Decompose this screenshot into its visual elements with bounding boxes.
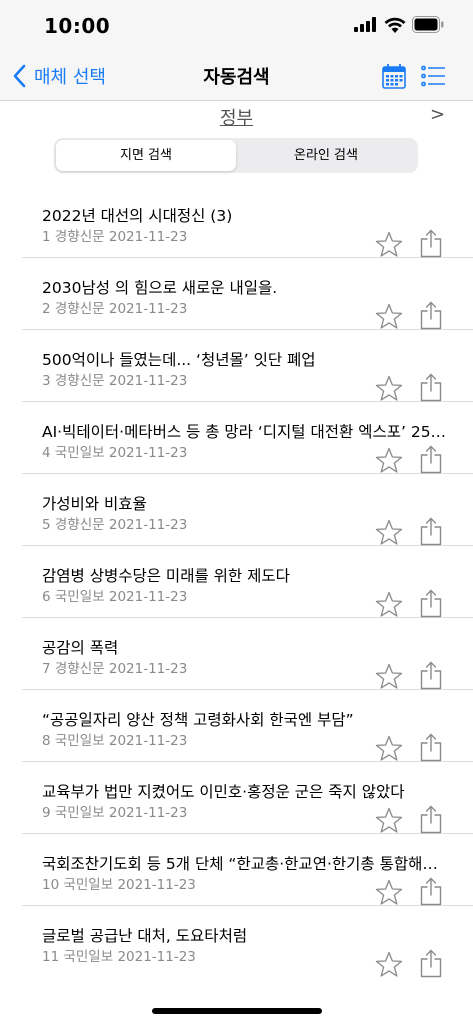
star-icon[interactable] (375, 231, 403, 258)
article-title: 공감의 폭력 (42, 639, 119, 657)
next-category-button[interactable]: > (430, 104, 445, 125)
star-icon[interactable] (375, 879, 403, 906)
article-title: 교육부가 법만 지켰어도 이민호·홍정운 군은 죽지 않았다 (42, 783, 405, 801)
category-header: 정부 > (0, 102, 473, 132)
star-icon[interactable] (375, 951, 403, 978)
star-icon[interactable] (375, 519, 403, 546)
article-meta: 11 국민일보 2021-11-23 (42, 949, 196, 965)
article-meta: 9 국민일보 2021-11-23 (42, 805, 188, 821)
article-row[interactable]: 500억이나 들였는데... ‘청년몰’ 잇단 폐업 3 경향신문 2021-11… (22, 330, 473, 402)
article-title: 글로벌 공급난 대처, 도요타처럼 (42, 927, 248, 945)
article-row[interactable]: 공감의 폭력 7 경향신문 2021-11-23 (22, 618, 473, 690)
status-time: 10:00 (44, 14, 111, 38)
article-meta: 1 경향신문 2021-11-23 (42, 229, 188, 245)
top-bar: 10:00 매체 선택 자동검색 (0, 0, 473, 101)
article-row[interactable]: 글로벌 공급난 대처, 도요타처럼 11 국민일보 2021-11-23 (22, 906, 473, 978)
article-title: “공공일자리 양산 정책 고령화사회 한국엔 부담” (42, 711, 354, 729)
star-icon[interactable] (375, 375, 403, 402)
star-icon[interactable] (375, 807, 403, 834)
article-row[interactable]: AI·빅테이터·메타버스 등 총 망라 ‘디지털 대전환 엑스포’ 25… 4 국… (22, 402, 473, 474)
share-icon[interactable] (420, 229, 442, 258)
star-icon[interactable] (375, 591, 403, 618)
segment-online-search[interactable]: 온라인 검색 (236, 140, 416, 171)
battery-icon (412, 16, 444, 33)
share-icon[interactable] (420, 517, 442, 546)
list-menu-icon[interactable] (421, 65, 445, 87)
share-icon[interactable] (420, 877, 442, 906)
star-icon[interactable] (375, 735, 403, 762)
wifi-icon (384, 17, 406, 33)
article-row[interactable]: 국회조찬기도회 등 5개 단체 “한교총·한교연·한기총 통합해… 10 국민일보… (22, 834, 473, 906)
status-bar: 10:00 (0, 0, 473, 52)
share-icon[interactable] (420, 301, 442, 330)
share-icon[interactable] (420, 589, 442, 618)
segment-print-search[interactable]: 지면 검색 (56, 140, 236, 171)
article-row[interactable]: 교육부가 법만 지켰어도 이민호·홍정운 군은 죽지 않았다 9 국민일보 202… (22, 762, 473, 834)
article-title: 국회조찬기도회 등 5개 단체 “한교총·한교연·한기총 통합해… (42, 855, 438, 873)
cellular-signal-icon (354, 17, 376, 32)
article-meta: 7 경향신문 2021-11-23 (42, 661, 188, 677)
search-mode-segmented-control: 지면 검색 온라인 검색 (54, 138, 418, 173)
share-icon[interactable] (420, 805, 442, 834)
share-icon[interactable] (420, 733, 442, 762)
share-icon[interactable] (420, 445, 442, 474)
calendar-icon[interactable] (382, 63, 406, 89)
article-meta: 3 경향신문 2021-11-23 (42, 373, 188, 389)
article-row[interactable]: 2030남성 의 힘으로 새로운 내일을. 2 경향신문 2021-11-23 (22, 258, 473, 330)
star-icon[interactable] (375, 447, 403, 474)
article-row[interactable]: 2022년 대선의 시대정신 (3) 1 경향신문 2021-11-23 (22, 186, 473, 258)
share-icon[interactable] (420, 949, 442, 978)
share-icon[interactable] (420, 661, 442, 690)
navigation-bar: 매체 선택 자동검색 (0, 55, 473, 99)
article-row[interactable]: 가성비와 비효율 5 경향신문 2021-11-23 (22, 474, 473, 546)
share-icon[interactable] (420, 373, 442, 402)
article-title: 2022년 대선의 시대정신 (3) (42, 207, 233, 225)
article-title: AI·빅테이터·메타버스 등 총 망라 ‘디지털 대전환 엑스포’ 25… (42, 423, 447, 441)
category-label[interactable]: 정부 (0, 104, 473, 130)
article-meta: 8 국민일보 2021-11-23 (42, 733, 188, 749)
article-title: 500억이나 들였는데... ‘청년몰’ 잇단 폐업 (42, 351, 316, 369)
article-title: 가성비와 비효율 (42, 495, 147, 513)
article-list: 2022년 대선의 시대정신 (3) 1 경향신문 2021-11-23 2030남… (0, 186, 473, 978)
article-title: 2030남성 의 힘으로 새로운 내일을. (42, 279, 278, 297)
article-meta: 5 경향신문 2021-11-23 (42, 517, 188, 533)
home-indicator (152, 1008, 322, 1014)
article-title: 감염병 상병수당은 미래를 위한 제도다 (42, 567, 290, 585)
article-row[interactable]: 감염병 상병수당은 미래를 위한 제도다 6 국민일보 2021-11-23 (22, 546, 473, 618)
article-meta: 10 국민일보 2021-11-23 (42, 877, 196, 893)
article-meta: 4 국민일보 2021-11-23 (42, 445, 188, 461)
article-meta: 6 국민일보 2021-11-23 (42, 589, 188, 605)
article-row[interactable]: “공공일자리 양산 정책 고령화사회 한국엔 부담” 8 국민일보 2021-11… (22, 690, 473, 762)
star-icon[interactable] (375, 663, 403, 690)
star-icon[interactable] (375, 303, 403, 330)
article-meta: 2 경향신문 2021-11-23 (42, 301, 188, 317)
